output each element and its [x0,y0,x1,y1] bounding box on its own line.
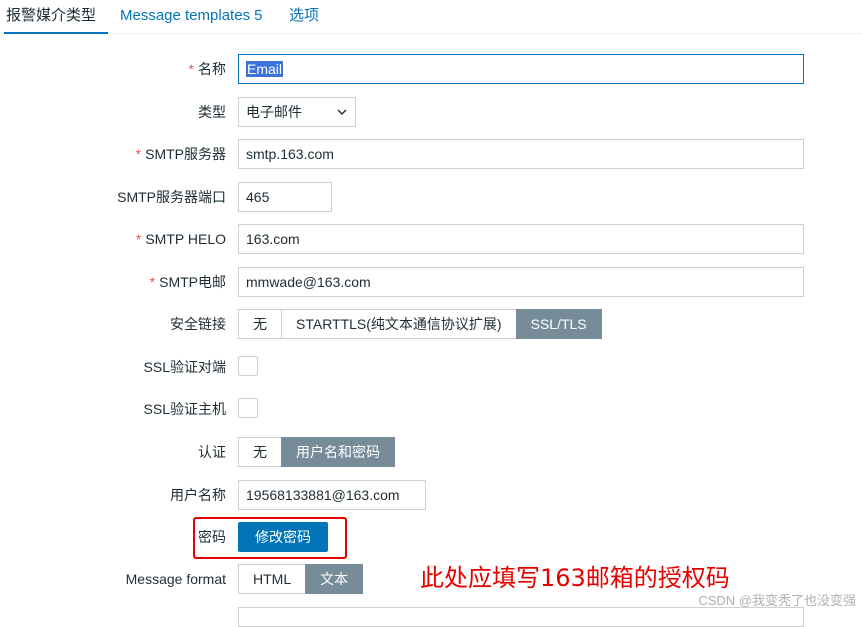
required-marker: * [135,146,142,162]
username-value: 19568133881@163.com [246,487,400,503]
name-input[interactable]: Email [238,54,804,84]
tab-message-templates-label: Message templates [120,7,251,24]
username-input[interactable]: 19568133881@163.com [238,480,426,510]
ssl-verify-host-checkbox[interactable] [238,398,258,418]
name-label: * 名称 [0,59,226,79]
description-textarea[interactable] [238,607,804,627]
auth-option-none[interactable]: 无 [238,437,282,467]
smtp-server-label: * SMTP服务器 [0,144,226,164]
smtp-server-value: smtp.163.com [246,146,334,162]
name-input-value: Email [246,61,284,77]
message-format-label-text: Message format [125,571,226,587]
security-label: 安全链接 [0,314,226,334]
ssl-verify-peer-checkbox[interactable] [238,356,258,376]
smtp-helo-label: * SMTP HELO [0,229,226,249]
smtp-email-input[interactable]: mmwade@163.com [238,267,804,297]
required-marker: * [188,61,194,77]
tab-message-templates-count: 5 [254,7,263,24]
tab-media-type[interactable]: 报警媒介类型 [4,0,108,34]
auth-segmented: 无 用户名和密码 [238,437,395,467]
highlight-box [193,517,347,559]
type-label-text: 类型 [198,104,226,120]
message-format-label: Message format [0,569,226,589]
type-select-value: 电子邮件 [246,104,302,120]
smtp-helo-value: 163.com [246,231,300,247]
required-marker: * [135,231,142,247]
smtp-port-label-text: SMTP服务器端口 [117,189,226,205]
security-option-ssl-tls[interactable]: SSL/TLS [515,309,602,339]
smtp-email-label: * SMTP电邮 [0,272,226,292]
tab-media-type-label: 报警媒介类型 [6,7,97,24]
ssl-verify-peer-label: SSL验证对端 [0,357,226,377]
auth-option-username-password[interactable]: 用户名和密码 [281,437,395,467]
tab-options[interactable]: 选项 [289,0,319,33]
username-label-text: 用户名称 [170,487,226,503]
ssl-verify-host-label: SSL验证主机 [0,399,226,419]
auth-label-text: 认证 [198,444,226,460]
security-label-text: 安全链接 [170,316,226,332]
watermark: CSDN @我变秃了也没变强 [698,593,856,608]
smtp-email-label-text: SMTP电邮 [159,274,226,290]
security-option-starttls[interactable]: STARTTLS(纯文本通信协议扩展) [281,309,517,339]
smtp-port-input[interactable]: 465 [238,182,332,212]
smtp-email-value: mmwade@163.com [246,274,371,290]
auth-label: 认证 [0,442,226,462]
message-format-option-text[interactable]: 文本 [305,564,364,594]
required-marker: * [149,274,156,290]
chevron-down-icon [337,109,347,115]
tab-message-templates[interactable]: Message templates 5 [120,0,262,33]
name-label-text: 名称 [198,61,226,77]
security-segmented: 无 STARTTLS(纯文本通信协议扩展) SSL/TLS [238,309,602,339]
security-option-none[interactable]: 无 [238,309,282,339]
annotation-text: 此处应填写163邮箱的授权码 [420,564,730,592]
smtp-server-input[interactable]: smtp.163.com [238,139,804,169]
tab-options-label: 选项 [289,7,320,24]
message-format-segmented: HTML 文本 [238,564,364,594]
ssl-verify-peer-label-text: SSL验证对端 [143,359,226,375]
smtp-helo-input[interactable]: 163.com [238,224,804,254]
smtp-server-label-text: SMTP服务器 [145,146,226,162]
smtp-port-value: 465 [246,189,270,205]
type-label: 类型 [0,102,226,122]
username-label: 用户名称 [0,485,226,505]
type-select[interactable]: 电子邮件 [238,97,356,127]
tab-bar: 报警媒介类型 Message templates 5 选项 [0,0,862,34]
smtp-helo-label-text: SMTP HELO [145,231,226,247]
smtp-port-label: SMTP服务器端口 [0,187,226,207]
ssl-verify-host-label-text: SSL验证主机 [143,401,226,417]
message-format-option-html[interactable]: HTML [238,564,307,594]
